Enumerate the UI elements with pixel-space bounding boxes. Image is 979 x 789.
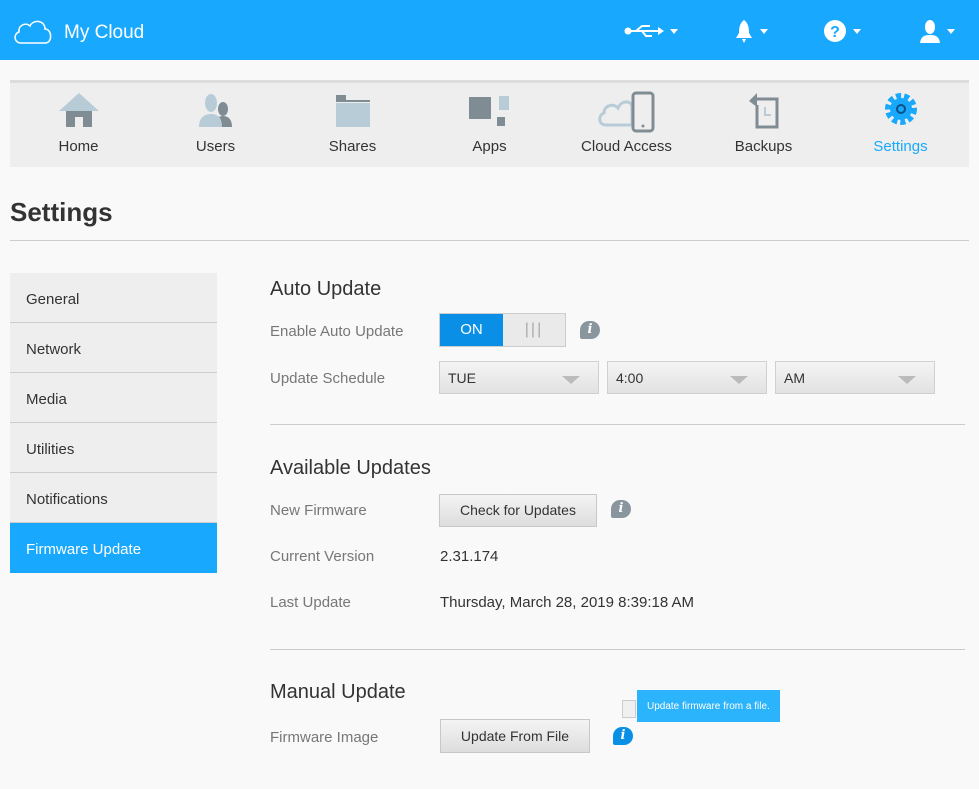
backups-icon xyxy=(749,93,779,129)
info-icon[interactable]: i xyxy=(611,500,631,518)
ampm-value: AM xyxy=(784,370,805,386)
update-schedule-label: Update Schedule xyxy=(270,370,386,387)
bell-icon xyxy=(736,20,752,43)
update-from-file-button[interactable]: Update From File xyxy=(440,719,590,753)
tooltip-arrow xyxy=(622,700,636,718)
app-name: My Cloud xyxy=(64,22,145,43)
apps-icon xyxy=(469,96,509,126)
auto-update-heading: Auto Update xyxy=(270,278,382,300)
last-update-value: Thursday, March 28, 2019 8:39:18 AM xyxy=(440,594,695,611)
usb-icon xyxy=(624,25,664,37)
sidebar-item-general[interactable]: General xyxy=(10,273,217,323)
svg-text:?: ? xyxy=(830,24,840,41)
info-icon[interactable]: i xyxy=(613,727,633,745)
chevron-down-icon xyxy=(760,28,768,34)
divider xyxy=(10,240,969,241)
tab-label: Shares xyxy=(328,138,377,155)
info-icon[interactable]: i xyxy=(580,321,600,339)
notifications-menu[interactable] xyxy=(734,18,768,44)
tab-backups[interactable]: Backups xyxy=(695,83,832,167)
sidebar-item-media[interactable]: Media xyxy=(10,373,217,423)
chevron-down-icon xyxy=(853,28,861,34)
gear-icon xyxy=(885,93,917,125)
last-update-label: Last Update xyxy=(270,594,351,611)
chevron-down-icon xyxy=(898,376,916,384)
tab-label: Settings xyxy=(873,138,928,155)
current-version-value: 2.31.174 xyxy=(440,548,499,565)
chevron-down-icon xyxy=(562,376,580,384)
tab-label: Apps xyxy=(472,138,507,155)
tab-label: Home xyxy=(58,138,99,155)
tab-home[interactable]: Home xyxy=(10,83,147,167)
sidebar-item-notifications[interactable]: Notifications xyxy=(10,473,217,523)
tab-label: Backups xyxy=(734,138,793,155)
divider xyxy=(270,424,965,425)
tab-settings[interactable]: Settings xyxy=(832,83,969,167)
tab-label: Cloud Access xyxy=(581,138,672,155)
tab-apps[interactable]: Apps xyxy=(421,83,558,167)
available-updates-heading: Available Updates xyxy=(270,457,431,479)
tooltip: Update firmware from a file. xyxy=(637,690,780,722)
manual-update-heading: Manual Update xyxy=(270,681,406,703)
check-for-updates-button[interactable]: Check for Updates xyxy=(439,494,597,527)
users-icon xyxy=(199,94,232,127)
cloud-access-icon xyxy=(598,91,655,133)
sidebar-item-network[interactable]: Network xyxy=(10,323,217,373)
user-icon xyxy=(920,20,940,43)
main-nav: Home Users Shares Apps Cloud Access Back… xyxy=(10,80,969,167)
toggle-on-label: ON xyxy=(440,314,503,346)
day-value: TUE xyxy=(448,370,476,386)
top-header: My Cloud ? xyxy=(0,0,979,60)
current-version-label: Current Version xyxy=(270,548,375,565)
sidebar-item-utilities[interactable]: Utilities xyxy=(10,423,217,473)
usb-menu[interactable] xyxy=(624,18,678,44)
shares-icon xyxy=(336,95,370,127)
tab-users[interactable]: Users xyxy=(147,83,284,167)
help-menu[interactable]: ? xyxy=(823,18,861,44)
sidebar-item-firmware-update[interactable]: Firmware Update xyxy=(10,523,217,573)
auto-update-toggle[interactable]: ON ||| xyxy=(439,313,566,347)
firmware-image-label: Firmware Image xyxy=(270,729,379,746)
new-firmware-label: New Firmware xyxy=(270,502,367,519)
tab-label: Users xyxy=(195,138,236,155)
enable-auto-update-label: Enable Auto Update xyxy=(270,323,404,340)
help-icon: ? xyxy=(824,20,846,42)
chevron-down-icon xyxy=(947,28,955,34)
toggle-handle: ||| xyxy=(503,314,565,346)
time-value: 4:00 xyxy=(616,370,644,386)
user-menu[interactable] xyxy=(919,18,955,44)
cloud-logo-icon xyxy=(14,20,52,44)
page-title: Settings xyxy=(10,197,113,227)
time-select[interactable]: 4:00 xyxy=(607,361,767,394)
chevron-down-icon xyxy=(670,28,678,34)
divider xyxy=(270,649,965,650)
tab-shares[interactable]: Shares xyxy=(284,83,421,167)
home-icon xyxy=(59,93,99,127)
ampm-select[interactable]: AM xyxy=(775,361,935,394)
tab-cloud-access[interactable]: Cloud Access xyxy=(558,83,695,167)
chevron-down-icon xyxy=(730,376,748,384)
day-select[interactable]: TUE xyxy=(439,361,599,394)
